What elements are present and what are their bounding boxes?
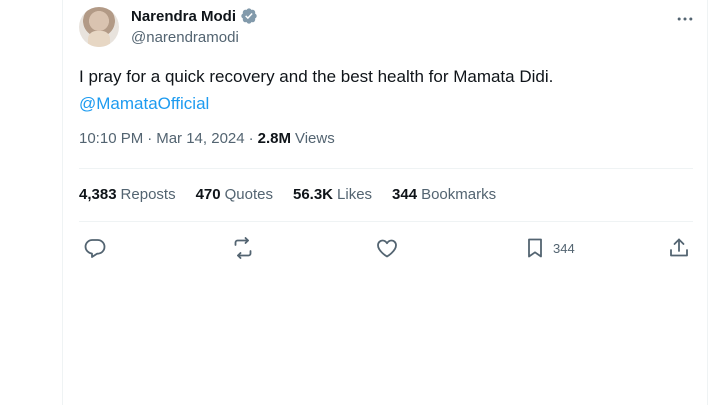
like-icon [375, 236, 399, 260]
views-label: Views [294, 130, 335, 147]
reposts-label: Reposts [120, 186, 176, 203]
like-button[interactable] [375, 235, 399, 261]
more-options-icon[interactable] [673, 9, 697, 29]
quotes-count: 470 [195, 186, 221, 203]
meta-separator-2: · [248, 130, 254, 147]
share-icon [667, 236, 691, 260]
author-display-name[interactable]: Narendra Modi [131, 8, 236, 25]
bookmarks-stat[interactable]: 344 Bookmarks [392, 186, 496, 203]
reply-button[interactable] [83, 235, 107, 261]
tweet-text: I pray for a quick recovery and the best… [79, 63, 689, 117]
tweet-body: I pray for a quick recovery and the best… [79, 67, 554, 86]
tweet-page: Narendra Modi @narendramodi I pray for a… [0, 0, 720, 405]
tweet-time[interactable]: 10:10 PM [79, 130, 143, 147]
quotes-label: Quotes [224, 186, 273, 203]
mention-link[interactable]: @MamataOfficial [79, 90, 689, 117]
quotes-stat[interactable]: 470 Quotes [196, 186, 273, 203]
tweet-card: Narendra Modi @narendramodi I pray for a… [62, 0, 708, 405]
bookmark-button[interactable]: 344 [523, 235, 575, 261]
reply-icon [83, 236, 107, 260]
bookmark-icon [523, 236, 547, 260]
divider-top [79, 168, 693, 169]
likes-stat[interactable]: 56.3K Likes [293, 186, 372, 203]
author-handle[interactable]: @narendramodi [131, 29, 239, 46]
bookmarks-count: 344 [392, 186, 418, 203]
share-button[interactable] [667, 235, 691, 261]
action-bar: 344 [83, 235, 693, 261]
reposts-stat[interactable]: 4,383 Reposts [79, 186, 176, 203]
likes-count: 56.3K [292, 186, 334, 203]
reposts-count: 4,383 [79, 186, 117, 203]
meta-separator: · [147, 130, 153, 147]
views-count: 2.8M [257, 130, 291, 147]
verified-badge-icon [240, 7, 258, 25]
likes-label: Likes [337, 186, 373, 203]
repost-icon [231, 236, 255, 260]
bookmarks-label: Bookmarks [421, 186, 497, 203]
tweet-meta: 10:10 PM · Mar 14, 2024 · 2.8M Views [79, 130, 335, 147]
author-avatar[interactable] [79, 7, 119, 47]
engagement-stats: 4,383 Reposts 470 Quotes 56.3K Likes 344… [79, 186, 496, 203]
repost-button[interactable] [231, 235, 255, 261]
tweet-date[interactable]: Mar 14, 2024 [156, 130, 244, 147]
author-name-row: Narendra Modi [131, 7, 258, 25]
bookmark-count: 344 [553, 240, 575, 256]
divider-middle [79, 221, 693, 222]
